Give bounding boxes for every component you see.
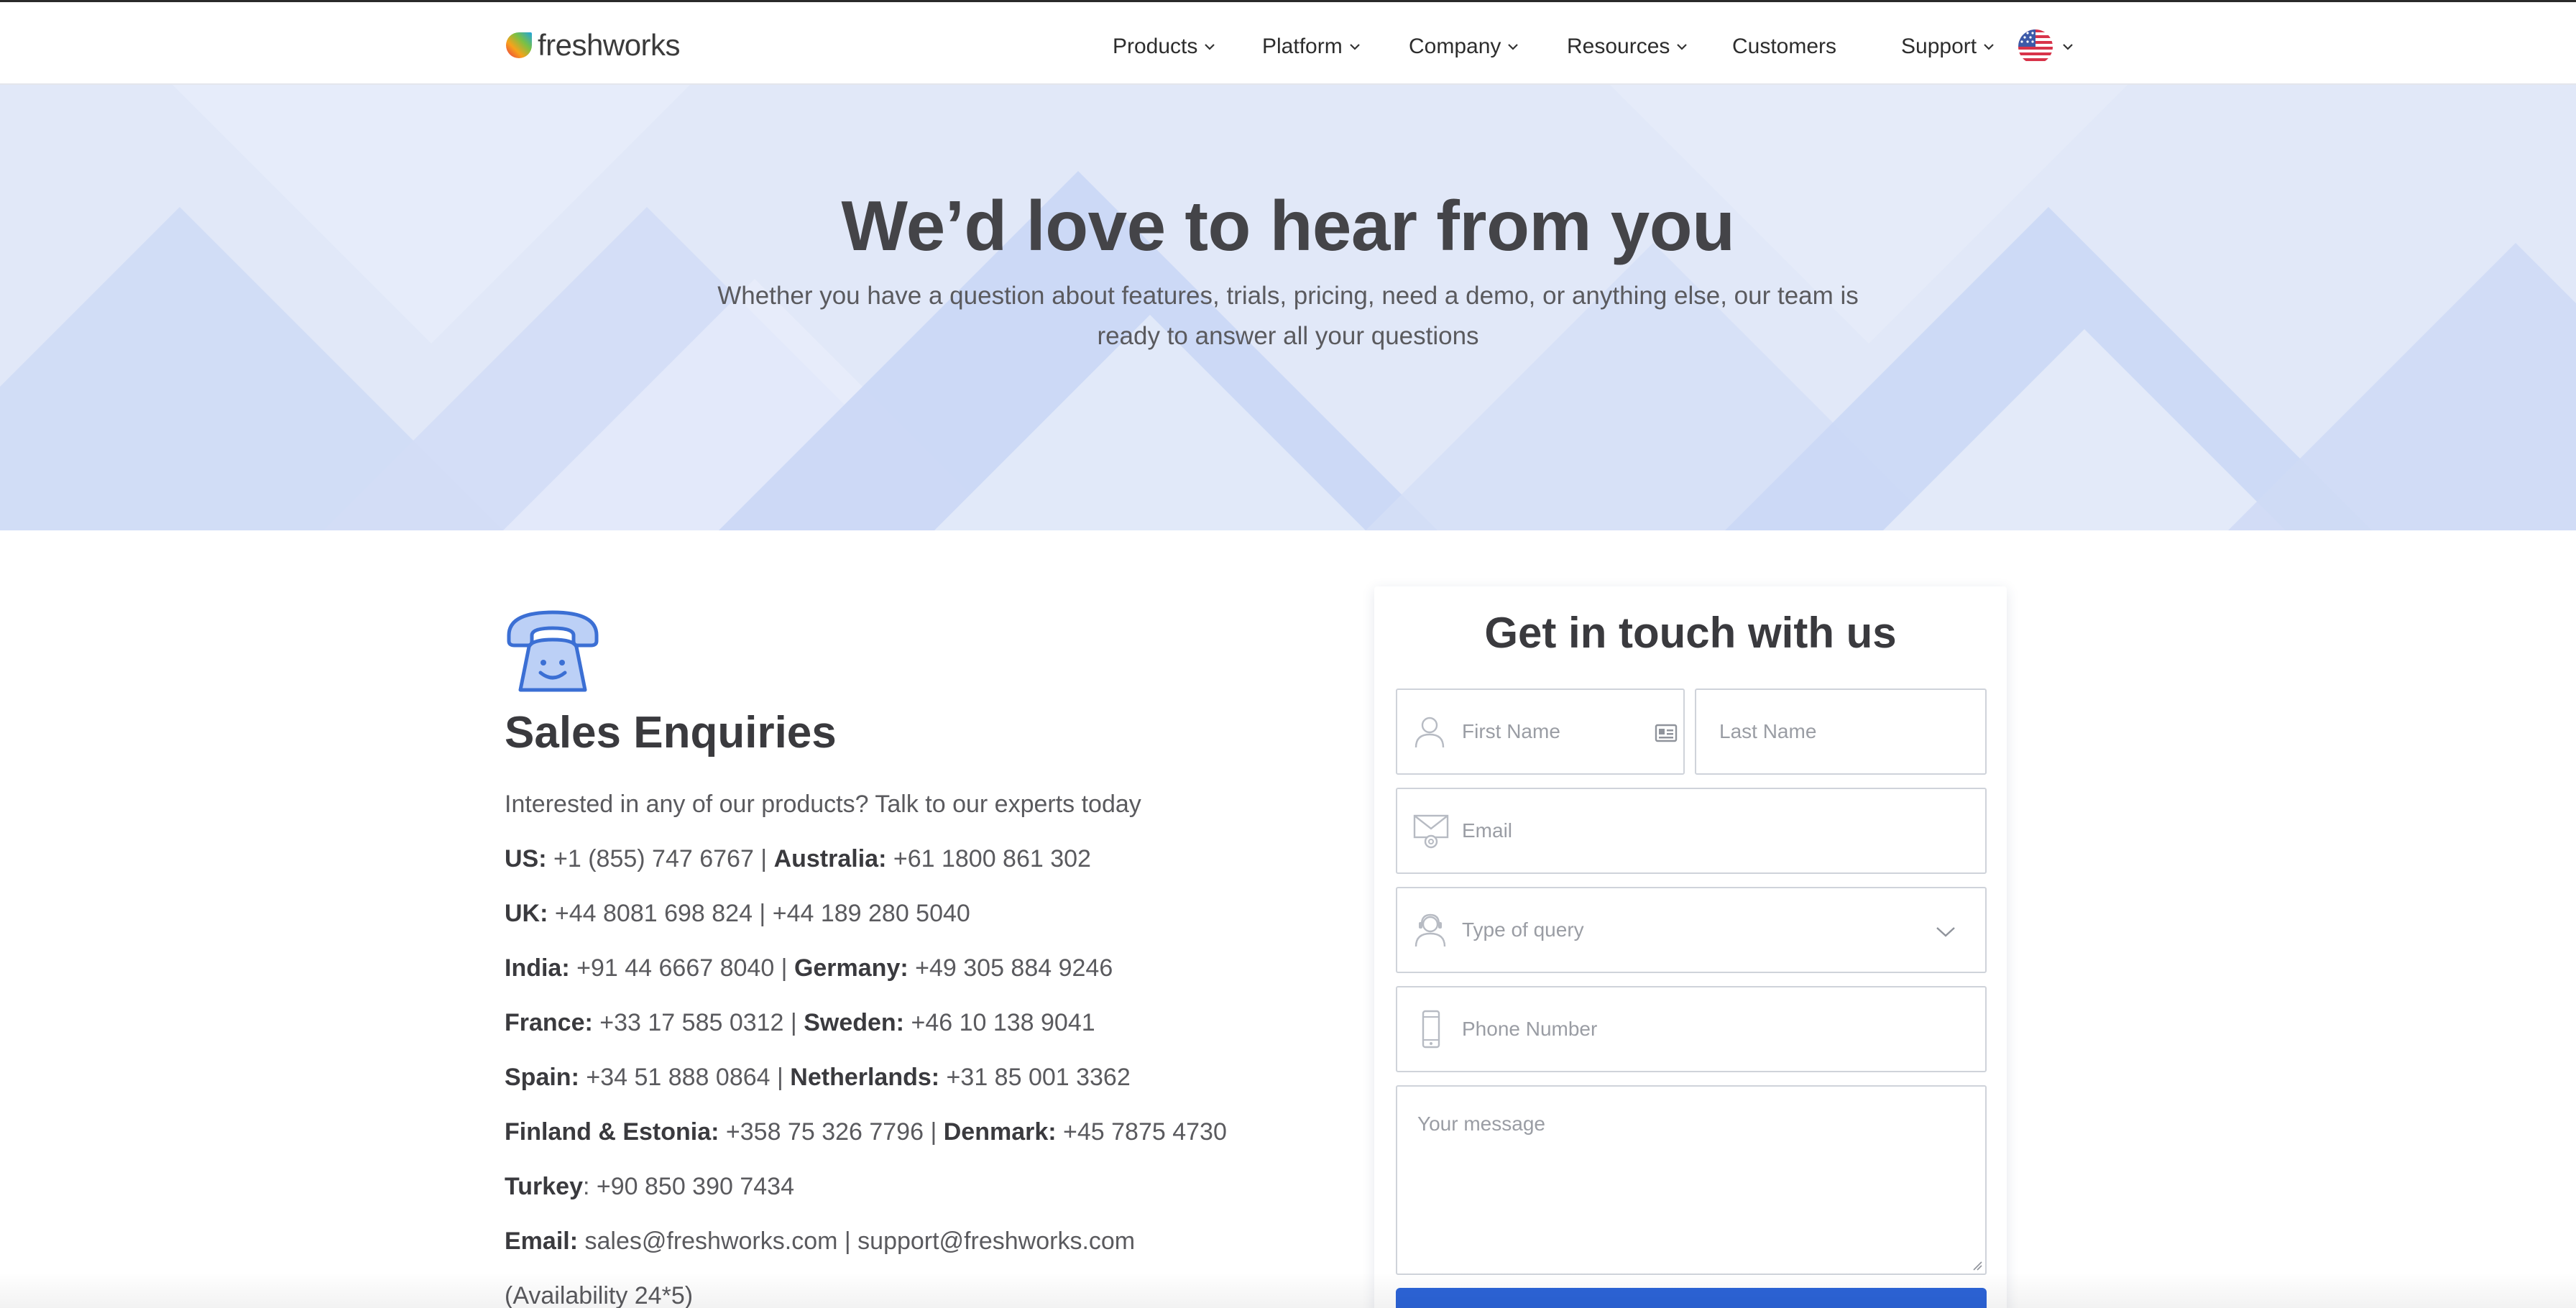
phone-number[interactable]: +33 17 585 0312 | (593, 1009, 804, 1036)
page-subtitle: Whether you have a question about featur… (690, 276, 1886, 356)
contact-form: Get in touch with us First Name Last Nam… (1374, 586, 2007, 1308)
phone-number[interactable]: : +90 850 390 7434 (583, 1173, 794, 1200)
submit-button[interactable] (1396, 1288, 1987, 1308)
top-navigation: freshworks Products Platform Company Res… (0, 0, 2576, 85)
user-icon (1414, 717, 1445, 748)
email-line: Email: sales@freshworks.com | support@fr… (505, 1225, 1295, 1279)
message-placeholder: Your message (1417, 1113, 1545, 1135)
mobile-phone-icon (1422, 1010, 1440, 1049)
chevron-down-icon (2063, 44, 2073, 50)
freshworks-logo-icon (506, 32, 532, 58)
chevron-down-icon (1508, 44, 1519, 50)
country-label: Sweden: (804, 1009, 905, 1036)
country-label: US: (505, 845, 547, 872)
availability-note: (Availability 24*5) (505, 1282, 694, 1308)
nav-products-label: Products (1113, 34, 1198, 58)
nav-company[interactable]: Company (1409, 32, 1519, 61)
phone-number[interactable]: +358 75 326 7796 | (719, 1118, 943, 1146)
contact-line: Finland & Estonia: +358 75 326 7796 | De… (505, 1115, 1295, 1170)
sales-enquiries-title: Sales Enquiries (505, 708, 837, 757)
nav-products[interactable]: Products (1113, 32, 1216, 61)
last-name-placeholder: Last Name (1719, 720, 1817, 742)
message-textarea[interactable]: Your message (1396, 1085, 1987, 1275)
email-placeholder: Email (1462, 819, 1513, 842)
nav-platform-label: Platform (1262, 34, 1343, 58)
phone-number-placeholder: Phone Number (1462, 1018, 1598, 1040)
phone-number[interactable]: +46 10 138 9041 (904, 1009, 1095, 1036)
nav-customers[interactable]: Customers (1732, 32, 1836, 61)
contact-line: US: +1 (855) 747 6767 | Australia: +61 1… (505, 842, 1295, 897)
phone-number[interactable]: +1 (855) 747 6767 | (547, 845, 774, 872)
chevron-down-icon (1349, 44, 1360, 50)
phone-number[interactable]: +61 1800 861 302 (886, 845, 1091, 872)
country-label: Australia: (773, 845, 887, 872)
nav-support[interactable]: Support (1901, 32, 1995, 61)
locale-selector[interactable] (2017, 27, 2074, 67)
phone-number-field[interactable]: Phone Number (1396, 986, 1987, 1072)
telephone-icon (507, 610, 599, 692)
country-label: France: (505, 1009, 593, 1036)
phone-number[interactable]: +44 8081 698 824 | +44 189 280 5040 (548, 900, 970, 927)
contact-line: France: +33 17 585 0312 | Sweden: +46 10… (505, 1006, 1295, 1061)
us-flag-icon (2018, 29, 2053, 64)
contact-line: Spain: +34 51 888 0864 | Netherlands: +3… (505, 1061, 1295, 1115)
resize-handle-icon[interactable] (1971, 1259, 1982, 1271)
subtitle-line-1: Whether you have a question about featur… (717, 282, 1859, 310)
phone-number[interactable]: +31 85 001 3362 (939, 1064, 1131, 1091)
sales-intro: Interested in any of our products? Talk … (505, 791, 1141, 818)
sales-contact-list: Interested in any of our products? Talk … (505, 788, 1295, 1308)
freshworks-logo[interactable]: freshworks (503, 27, 681, 64)
query-type-placeholder: Type of query (1462, 918, 1584, 941)
nav-platform[interactable]: Platform (1262, 32, 1361, 61)
nav-resources-label: Resources (1567, 34, 1670, 58)
country-label: Finland & Estonia: (505, 1118, 719, 1146)
phone-number[interactable]: +45 7875 4730 (1057, 1118, 1227, 1146)
form-title: Get in touch with us (1484, 609, 1897, 657)
contact-line: India: +91 44 6667 8040 | Germany: +49 3… (505, 952, 1295, 1006)
nav-company-label: Company (1409, 34, 1501, 58)
last-name-field[interactable]: Last Name (1695, 688, 1987, 775)
email-field[interactable]: Email (1396, 788, 1987, 874)
email-addresses[interactable]: sales@freshworks.com | support@freshwork… (578, 1228, 1135, 1255)
contact-line: Turkey: +90 850 390 7434 (505, 1170, 1295, 1225)
chevron-down-icon (1984, 44, 1994, 50)
country-label: Germany: (794, 954, 908, 982)
subtitle-line-2: ready to answer all your questions (1097, 322, 1479, 350)
country-label: Turkey (505, 1173, 583, 1200)
country-label: UK: (505, 900, 548, 927)
support-agent-icon (1414, 913, 1446, 947)
country-label: India: (505, 954, 570, 982)
nav-customers-label: Customers (1732, 34, 1837, 58)
chevron-down-icon (1205, 44, 1215, 50)
first-name-field[interactable]: First Name (1396, 688, 1685, 775)
email-icon (1413, 814, 1449, 849)
email-label: Email: (505, 1228, 579, 1255)
hero-banner: We’d love to hear from you Whether you h… (0, 85, 2576, 530)
country-label: Denmark: (943, 1118, 1057, 1146)
phone-number[interactable]: +49 305 884 9246 (908, 954, 1113, 982)
logo-wordmark: freshworks (538, 28, 681, 62)
phone-number[interactable]: +91 44 6667 8040 | (570, 954, 794, 982)
first-name-placeholder: First Name (1462, 720, 1560, 742)
country-label: Netherlands: (790, 1064, 940, 1091)
phone-number[interactable]: +34 51 888 0864 | (579, 1064, 790, 1091)
contact-card-icon (1655, 724, 1678, 742)
chevron-down-icon (1677, 44, 1688, 50)
chevron-down-icon (1936, 927, 1955, 937)
query-type-select[interactable]: Type of query (1396, 887, 1987, 973)
contact-line: UK: +44 8081 698 824 | +44 189 280 5040 (505, 897, 1295, 952)
nav-resources[interactable]: Resources (1567, 32, 1688, 61)
page-title: We’d love to hear from you (841, 186, 1735, 265)
nav-support-label: Support (1901, 34, 1977, 58)
country-label: Spain: (505, 1064, 579, 1091)
